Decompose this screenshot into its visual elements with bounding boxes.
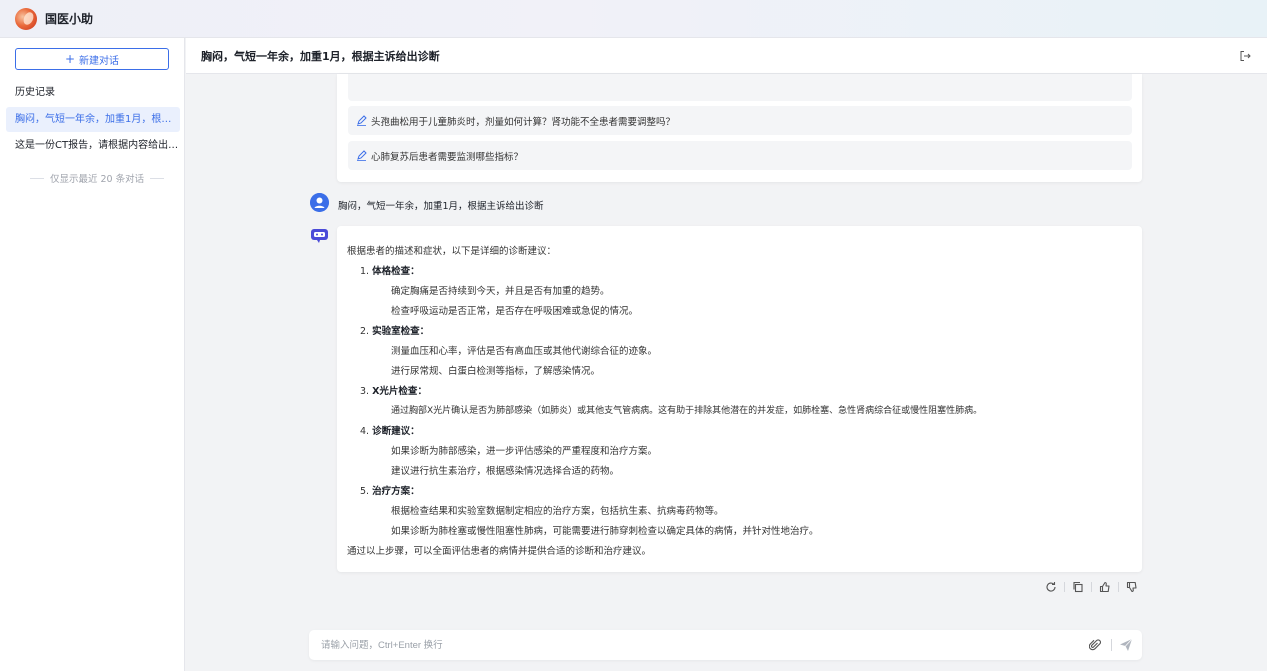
message-input-box	[309, 630, 1142, 660]
refresh-icon[interactable]	[1045, 581, 1057, 593]
divider	[30, 177, 44, 179]
bot-avatar-icon	[311, 229, 328, 243]
divider	[1118, 582, 1119, 592]
section-heading: 1. 体格检查：	[360, 266, 420, 277]
section-item: 根据检查结果和实验室数据制定相应的治疗方案，包括抗生素、抗病毒药物等。	[391, 506, 724, 517]
message-actions	[1045, 580, 1138, 594]
section-title: X光片检查	[372, 386, 418, 397]
conversation-header: 胸闷，气短一年余，加重1月，根据主诉给出诊断	[186, 38, 1267, 74]
top-bar: 国医小助	[0, 0, 1267, 38]
suggestion-item-partial[interactable]	[348, 74, 1132, 101]
history-item[interactable]: 这是一份CT报告，请根据内容给出诊断	[6, 133, 180, 158]
suggestion-item[interactable]: 头孢曲松用于儿童肺炎时，剂量如何计算？肾功能不全患者需要调整吗？	[348, 106, 1132, 135]
divider	[1064, 582, 1065, 592]
history-item-active[interactable]: 胸闷，气短一年余，加重1月，根据主诉给出诊断	[6, 107, 180, 132]
section-item: 测量血压和心率，评估是否有高血压或其他代谢综合征的迹象。	[391, 346, 658, 357]
plus-icon: +	[64, 52, 76, 66]
section-heading: 2. 实验室检查：	[360, 326, 430, 337]
copy-icon[interactable]	[1072, 581, 1084, 593]
thumbs-up-icon[interactable]	[1099, 581, 1111, 593]
section-item: 检查呼吸运动是否正常，是否存在呼吸困难或急促的情况。	[391, 306, 639, 317]
divider	[1091, 582, 1092, 592]
send-icon[interactable]	[1119, 638, 1133, 652]
section-number: 3.	[360, 386, 370, 397]
section-title: 治疗方案	[372, 486, 411, 497]
bot-intro: 根据患者的描述和症状，以下是详细的诊断建议：	[347, 246, 557, 257]
user-message: 胸闷，气短一年余，加重1月，根据主诉给出诊断	[338, 201, 544, 212]
app-logo-icon	[15, 7, 37, 30]
suggestion-text: 心肺复苏后患者需要监测哪些指标？	[371, 151, 524, 163]
pen-icon	[357, 115, 367, 126]
suggestion-item[interactable]: 心肺复苏后患者需要监测哪些指标？	[348, 141, 1132, 170]
new-chat-button[interactable]: + 新建对话	[15, 48, 169, 70]
section-title: 实验室检查	[372, 326, 420, 337]
section-heading: 3. X光片检查：	[360, 386, 427, 397]
user-avatar-icon	[310, 193, 329, 212]
app-title: 国医小助	[45, 12, 94, 26]
section-item: 通过胸部X光片确认是否为肺部感染（如肺炎）或其他支气管病病。这有助于排除其他潜在…	[391, 406, 983, 416]
new-chat-label: 新建对话	[79, 55, 120, 67]
bot-message: 根据患者的描述和症状，以下是详细的诊断建议： 1. 体格检查： 确定胸痛是否持续…	[337, 226, 1142, 572]
conversation-title: 胸闷，气短一年余，加重1月，根据主诉给出诊断	[201, 49, 440, 63]
bot-outro: 通过以上步骤，可以全面评估患者的病情并提供合适的诊断和治疗建议。	[347, 546, 652, 557]
history-limit-note: 仅显示最近 20 条对话	[30, 171, 165, 185]
exit-icon[interactable]	[1239, 50, 1251, 62]
section-number: 4.	[360, 426, 370, 437]
sidebar: + 新建对话 历史记录 胸闷，气短一年余，加重1月，根据主诉给出诊断 这是一份C…	[0, 38, 185, 671]
section-title: 体格检查	[372, 266, 411, 277]
message-input[interactable]	[321, 630, 1061, 660]
section-item: 建议进行抗生素治疗，根据感染情况选择合适的药物。	[391, 466, 620, 477]
section-item: 确定胸痛是否持续到今天，并且是否有加重的趋势。	[391, 286, 610, 297]
divider	[150, 177, 165, 179]
section-item: 如果诊断为肺栓塞或慢性阻塞性肺病，可能需要进行肺穿刺检查以确定具体的病情，并针对…	[391, 526, 819, 537]
section-number: 1.	[360, 266, 370, 277]
pen-icon	[357, 150, 367, 161]
divider	[1111, 639, 1112, 651]
history-limit-text: 仅显示最近 20 条对话	[49, 174, 145, 185]
history-title: 历史记录	[15, 87, 55, 98]
section-number: 2.	[360, 326, 370, 337]
thumbs-down-icon[interactable]	[1126, 581, 1138, 593]
section-item: 如果诊断为肺部感染，进一步评估感染的严重程度和治疗方案。	[391, 446, 658, 457]
section-title: 诊断建议	[372, 426, 411, 437]
paperclip-icon[interactable]	[1089, 639, 1101, 651]
suggestion-text: 头孢曲松用于儿童肺炎时，剂量如何计算？肾功能不全患者需要调整吗？	[371, 116, 676, 128]
section-item: 进行尿常规、白蛋白检测等指标，了解感染情况。	[391, 366, 601, 377]
section-number: 5.	[360, 486, 370, 497]
section-heading: 4. 诊断建议：	[360, 426, 420, 437]
suggestions-card: 头孢曲松用于儿童肺炎时，剂量如何计算？肾功能不全患者需要调整吗？ 心肺复苏后患者…	[337, 74, 1142, 182]
section-heading: 5. 治疗方案：	[360, 486, 420, 497]
